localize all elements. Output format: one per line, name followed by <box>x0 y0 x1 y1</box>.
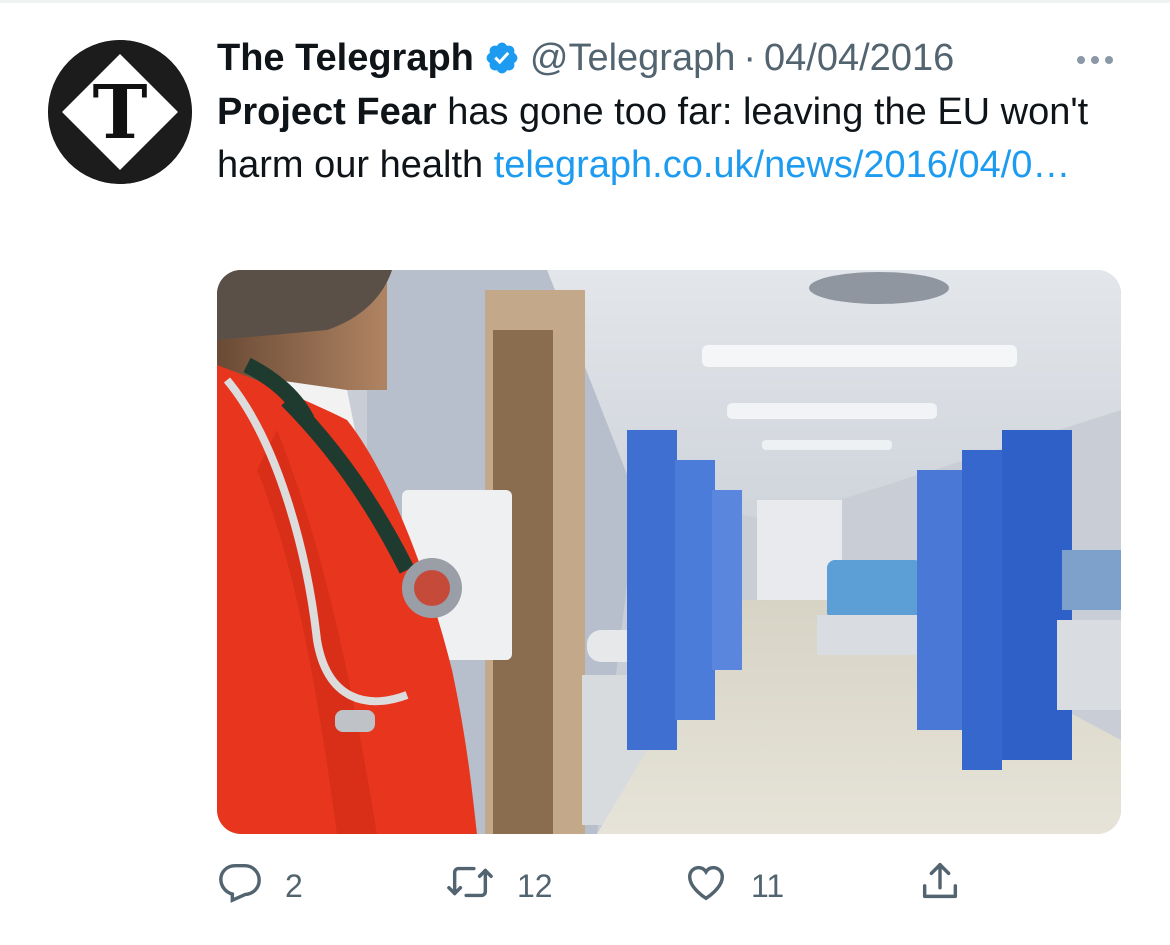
retweet-button[interactable]: 12 <box>445 858 553 914</box>
verified-badge-icon <box>484 40 520 76</box>
tweet-text: Project Fear has gone too far: leaving t… <box>217 86 1097 192</box>
avatar-logo-letter: T <box>92 70 147 156</box>
like-icon <box>683 859 729 913</box>
hospital-ward-photo <box>217 270 1121 834</box>
like-button[interactable]: 11 <box>683 858 784 914</box>
top-divider <box>0 0 1170 3</box>
share-button[interactable] <box>917 858 963 914</box>
tweet-header: The Telegraph @Telegraph · 04/04/2016 <box>217 33 954 83</box>
reply-button[interactable]: 2 <box>217 858 303 914</box>
tweet-link[interactable]: telegraph.co.uk/news/2016/04/0… <box>494 144 1071 186</box>
retweet-icon <box>445 859 495 913</box>
reply-icon <box>217 859 263 913</box>
avatar[interactable]: T <box>48 40 192 184</box>
retweet-count: 12 <box>517 867 553 904</box>
tweet-action-bar: 2 12 11 <box>217 858 977 914</box>
reply-count: 2 <box>285 867 303 904</box>
share-icon <box>917 859 963 913</box>
like-count: 11 <box>751 867 785 904</box>
author-handle[interactable]: @Telegraph <box>530 33 735 83</box>
tweet-date[interactable]: 04/04/2016 <box>764 33 954 83</box>
author-name[interactable]: The Telegraph <box>217 33 474 83</box>
more-options-icon[interactable] <box>1070 40 1120 80</box>
tweet-text-bold: Project Fear <box>217 91 437 133</box>
tweet-media-image[interactable] <box>217 270 1121 834</box>
separator-dot: · <box>743 37 757 79</box>
